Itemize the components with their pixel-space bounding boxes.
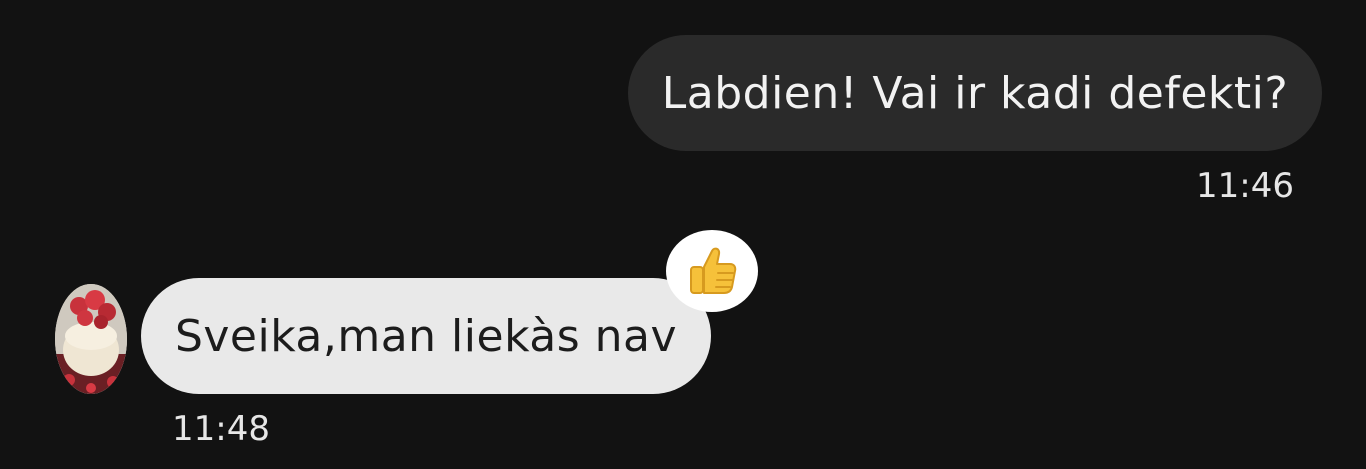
chat-thread: Labdien! Vai ir kadi defekti? 11:46 Svei… [0, 0, 1366, 469]
reaction-badge[interactable] [666, 230, 758, 312]
avatar-image [55, 284, 127, 394]
avatar[interactable] [55, 284, 127, 394]
outgoing-message-text: Labdien! Vai ir kadi defekti? [661, 67, 1289, 119]
incoming-message-timestamp: 11:48 [172, 409, 270, 449]
incoming-message-bubble[interactable]: Sveika,man liekàs nav [141, 278, 711, 394]
incoming-message-text: Sveika,man liekàs nav [174, 310, 678, 362]
outgoing-message-bubble[interactable]: Labdien! Vai ir kadi defekti? [628, 35, 1322, 151]
thumbs-up-icon [690, 247, 737, 294]
outgoing-message-timestamp: 11:46 [1196, 166, 1294, 206]
